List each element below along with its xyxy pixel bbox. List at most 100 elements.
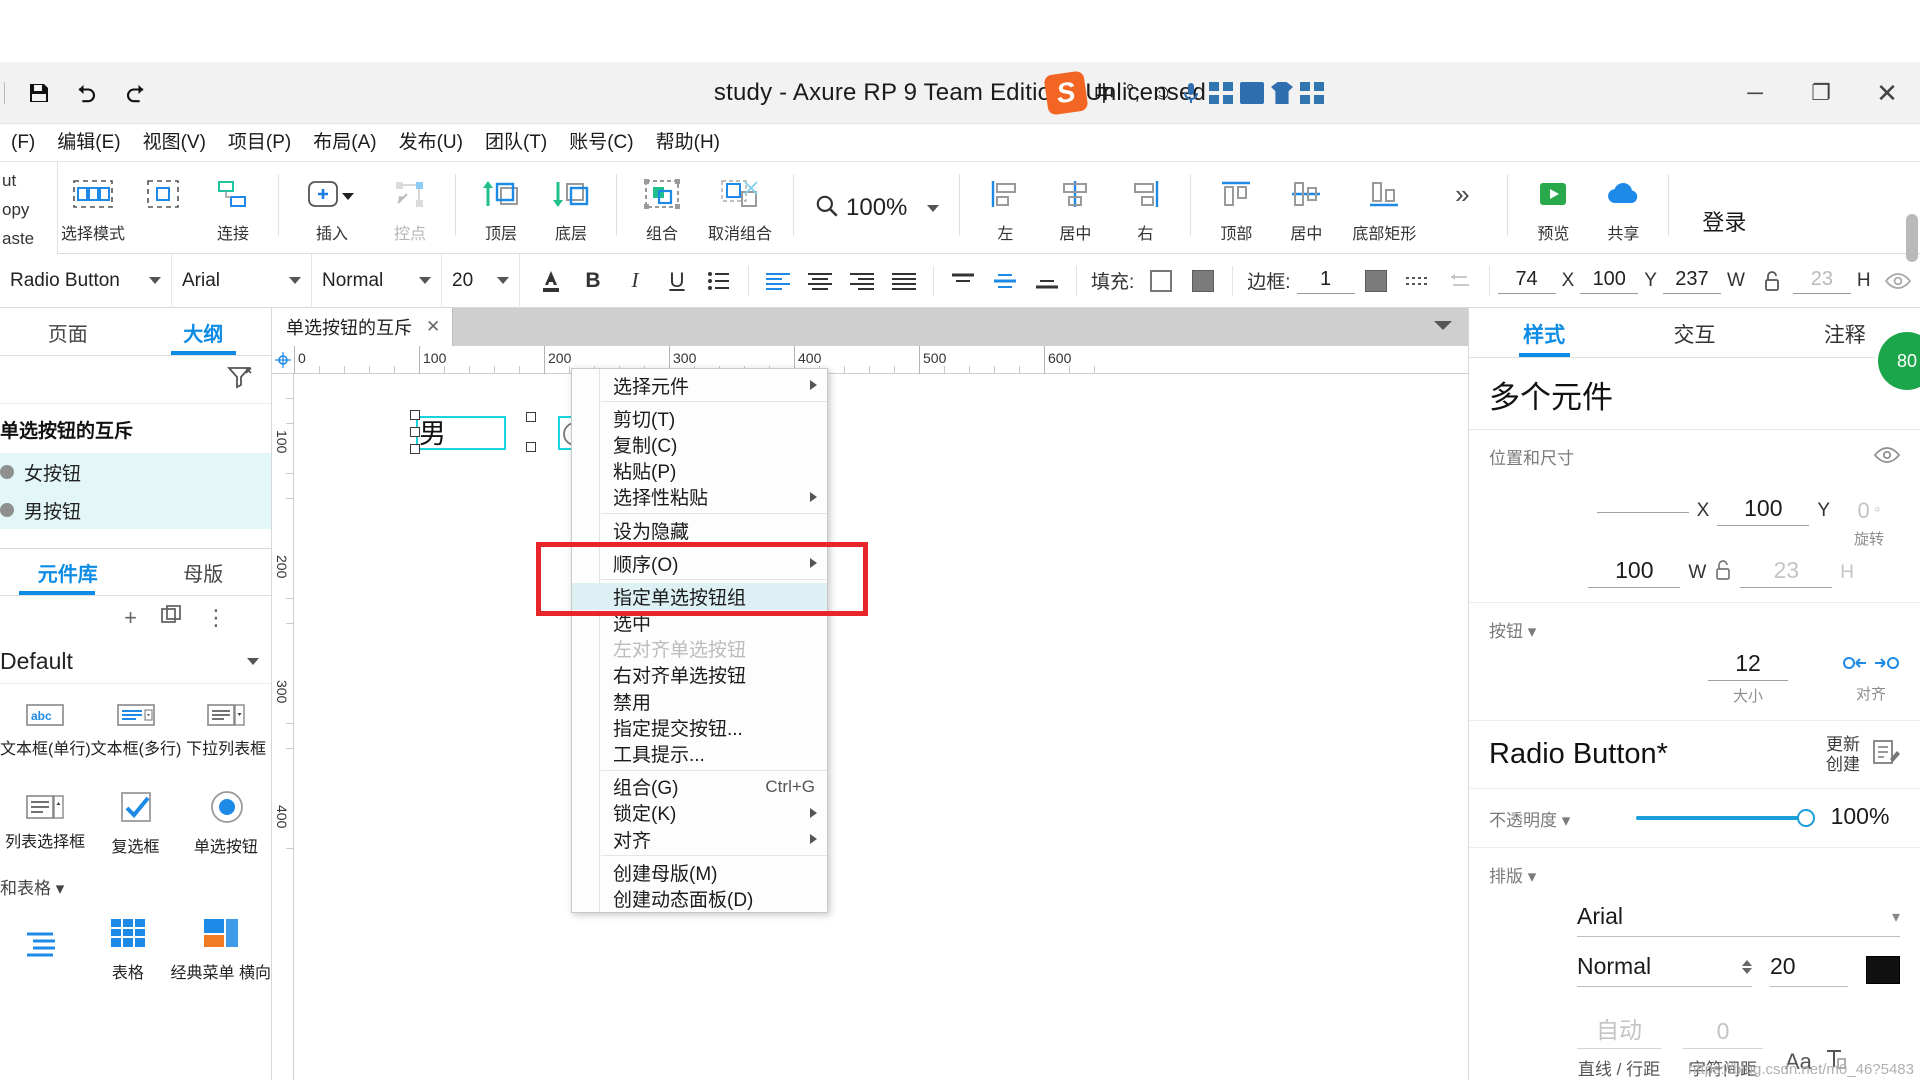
toolbar-send-to-back[interactable]: 底层 (536, 162, 606, 254)
toolbar-ungroup[interactable]: 取消组合 (697, 162, 783, 254)
ctx-assign-radio-group[interactable]: 指定单选按钮组 (572, 583, 827, 610)
widget-tree[interactable] (0, 903, 85, 995)
chevron-down-icon[interactable] (927, 204, 940, 212)
copy-button[interactable]: opy (0, 195, 57, 224)
w-input[interactable]: 237 (1662, 268, 1721, 294)
menu-item-team[interactable]: 团队(T) (474, 124, 558, 162)
menu-item-edit[interactable]: 编辑(E) (46, 124, 131, 162)
toolbar-align-top[interactable]: 顶部 (1201, 162, 1271, 254)
tab-library[interactable]: 元件库 (0, 558, 136, 595)
valign-bottom-button[interactable] (1026, 254, 1068, 308)
ime-keyboard-icon[interactable] (1209, 78, 1233, 108)
login-button[interactable]: 登录 (1679, 162, 1769, 254)
plus-icon[interactable]: + (124, 605, 137, 631)
vertical-scrollbar-thumb[interactable] (1906, 214, 1918, 262)
more-icon[interactable]: ⋮ (205, 605, 227, 631)
toolbar-connect[interactable]: 连接 (198, 162, 268, 254)
rotate-input[interactable]: 0 (1857, 498, 1869, 523)
ime-tools-icon[interactable] (1240, 78, 1264, 108)
font-style-select[interactable]: Normal (312, 253, 442, 308)
menu-item-publish[interactable]: 发布(U) (388, 124, 474, 162)
y-input[interactable]: 100 (1717, 495, 1810, 526)
list-icon[interactable] (698, 254, 740, 308)
font-family-select[interactable]: Arial ▾ (1577, 903, 1900, 938)
update-style-button[interactable]: 更新 (1826, 735, 1860, 755)
toolbar-share[interactable]: 共享 (1588, 162, 1658, 254)
opacity-slider[interactable] (1636, 809, 1815, 828)
valign-middle-button[interactable] (984, 254, 1026, 308)
toolbar-align-right[interactable]: 右 (1110, 162, 1180, 254)
maximize-button[interactable]: ❐ (1788, 62, 1854, 124)
section-label[interactable]: 不透明度 ▾ (1489, 806, 1570, 831)
button-align-icons[interactable] (1842, 652, 1900, 679)
tab-outline[interactable]: 大纲 (136, 318, 272, 355)
menu-item-file[interactable]: (F) (0, 124, 46, 162)
canvas-surface[interactable]: 男 (294, 374, 1468, 1080)
ctx-assign-submit-button[interactable]: 指定提交按钮... (572, 714, 827, 740)
slider-knob[interactable] (1797, 809, 1815, 828)
ime-language-icon[interactable]: 中 (1093, 78, 1115, 108)
valign-top-button[interactable] (942, 254, 984, 308)
widget-type-select[interactable]: Radio Button (0, 253, 172, 308)
font-color-icon[interactable] (530, 254, 572, 308)
toolbar-preview[interactable]: 预览 (1518, 162, 1588, 254)
toolbar-insert[interactable]: 插入 (289, 162, 375, 254)
page-tab[interactable]: 单选按钮的互斥 ✕ (272, 308, 454, 346)
ruler-origin-icon[interactable] (272, 346, 294, 374)
italic-button[interactable]: I (614, 254, 656, 308)
outline-item-female[interactable]: 女按钮 (0, 453, 271, 491)
undo-icon[interactable] (63, 69, 111, 117)
arrow-style-button[interactable] (1439, 254, 1481, 308)
library-select[interactable]: Default (0, 640, 271, 684)
save-icon[interactable] (15, 69, 63, 117)
tab-interactions[interactable]: 交互 (1619, 319, 1769, 357)
bold-button[interactable]: B (572, 254, 614, 308)
w-input[interactable]: 100 (1588, 557, 1681, 588)
x-input[interactable] (1596, 509, 1689, 513)
widget-textbox-multi[interactable]: 文本框(多行) (91, 684, 181, 776)
ctx-disable[interactable]: 禁用 (572, 688, 827, 714)
ctx-lock[interactable]: 锁定(K) (572, 800, 827, 826)
menu-item-view[interactable]: 视图(V) (132, 124, 217, 162)
ctx-set-hidden[interactable]: 设为隐藏 (572, 517, 827, 543)
text-color-swatch[interactable] (1866, 956, 1900, 985)
widget-dropdown[interactable]: 下拉列表框 (181, 684, 271, 776)
ctx-select-widget[interactable]: 选择元件 (572, 372, 827, 398)
page-tab-dropdown[interactable] (1432, 317, 1468, 338)
redo-icon[interactable] (111, 69, 159, 117)
eye-icon[interactable] (1873, 446, 1901, 469)
toolbar-selection-box[interactable] (128, 162, 198, 254)
ime-apps-icon[interactable] (1300, 78, 1324, 108)
toolbar-group[interactable]: 组合 (627, 162, 697, 254)
menu-item-account[interactable]: 账号(C) (558, 124, 644, 162)
resize-handle[interactable] (526, 412, 536, 422)
ctx-paste[interactable]: 粘贴(P) (572, 458, 827, 484)
toolbar-control-point[interactable]: 控点 (375, 162, 445, 254)
tab-pages[interactable]: 页面 (0, 318, 136, 355)
outline-item-male[interactable]: 男按钮 (0, 491, 271, 529)
ctx-copy[interactable]: 复制(C) (572, 431, 827, 457)
sogou-logo-icon[interactable]: S (1043, 70, 1089, 116)
resize-handle[interactable] (410, 410, 420, 420)
menu-item-help[interactable]: 帮助(H) (645, 124, 731, 162)
zoom-control[interactable]: 100% (804, 162, 949, 254)
h-input[interactable]: 23 (1792, 268, 1851, 294)
context-menu[interactable]: 选择元件 剪切(T) 复制(C) 粘贴(P) 选择性粘贴 设为隐藏 顺序(O) … (571, 368, 828, 913)
ctx-group[interactable]: 组合(G) Ctrl+G (572, 774, 827, 800)
widget-menu-horizontal[interactable]: 经典菜单 横向 (171, 903, 271, 995)
font-family-select[interactable]: Arial (172, 253, 312, 308)
button-size-input[interactable]: 12 (1708, 650, 1788, 681)
opacity-value[interactable]: 100% (1820, 803, 1900, 833)
ctx-paste-special[interactable]: 选择性粘贴 (572, 484, 827, 510)
toolbar-bring-to-front[interactable]: 顶层 (466, 162, 536, 254)
section-label[interactable]: 排版 ▾ (1489, 862, 1900, 887)
font-size-input[interactable]: 20 (1770, 953, 1848, 988)
close-button[interactable]: ✕ (1854, 62, 1920, 124)
line-spacing-input[interactable]: 自动 (1577, 1011, 1661, 1050)
create-style-button[interactable]: 创建 (1826, 755, 1860, 775)
fill-gradient-swatch[interactable] (1182, 254, 1224, 308)
widget-checkbox[interactable]: 复选框 (90, 776, 180, 868)
filter-icon[interactable] (226, 365, 253, 394)
align-text-left-button[interactable] (757, 254, 799, 308)
underline-button[interactable]: U (656, 254, 698, 308)
